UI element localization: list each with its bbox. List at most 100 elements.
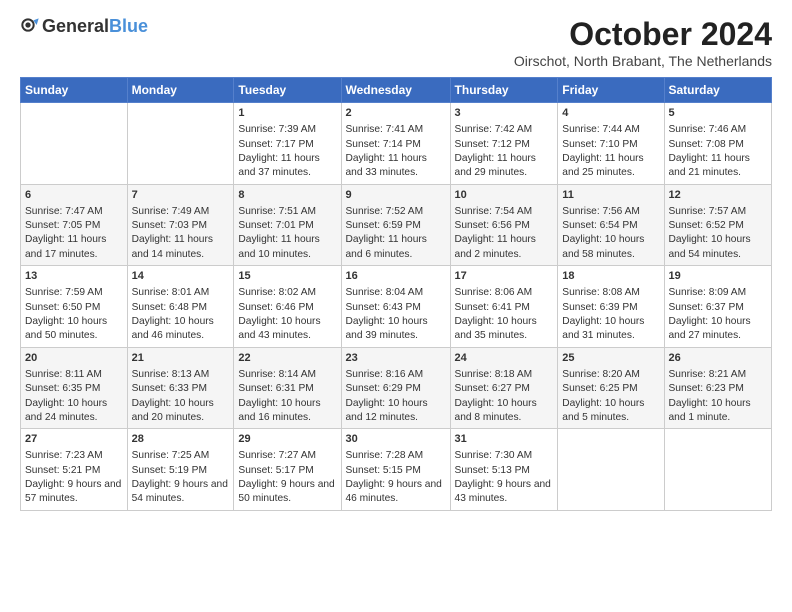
calendar-body: 1Sunrise: 7:39 AMSunset: 7:17 PMDaylight… <box>21 103 772 511</box>
calendar-cell: 29Sunrise: 7:27 AMSunset: 5:17 PMDayligh… <box>234 429 341 511</box>
col-tuesday: Tuesday <box>234 78 341 103</box>
cell-text: Sunset: 6:48 PM <box>132 301 230 315</box>
calendar-week-2: 6Sunrise: 7:47 AMSunset: 7:05 PMDaylight… <box>21 184 772 266</box>
cell-text: Sunrise: 8:01 AM <box>132 286 230 300</box>
day-number: 2 <box>346 106 446 121</box>
cell-text: Daylight: 10 hours and 16 minutes. <box>238 397 336 426</box>
cell-text: Daylight: 11 hours and 6 minutes. <box>346 233 446 262</box>
cell-text: Daylight: 10 hours and 39 minutes. <box>346 315 446 344</box>
cell-text: Sunset: 6:46 PM <box>238 301 336 315</box>
cell-text: Sunrise: 7:23 AM <box>25 449 123 463</box>
cell-text: Daylight: 10 hours and 12 minutes. <box>346 397 446 426</box>
cell-text: Sunset: 7:03 PM <box>132 219 230 233</box>
cell-text: Sunset: 7:10 PM <box>562 138 659 152</box>
logo-general-text: General <box>42 16 109 37</box>
day-number: 10 <box>455 188 554 203</box>
day-number: 21 <box>132 351 230 366</box>
cell-text: Sunset: 6:41 PM <box>455 301 554 315</box>
cell-text: Sunrise: 7:44 AM <box>562 123 659 137</box>
cell-text: Daylight: 10 hours and 50 minutes. <box>25 315 123 344</box>
cell-text: Sunrise: 7:57 AM <box>669 205 768 219</box>
day-number: 15 <box>238 269 336 284</box>
calendar-cell: 25Sunrise: 8:20 AMSunset: 6:25 PMDayligh… <box>558 347 664 429</box>
calendar-cell: 6Sunrise: 7:47 AMSunset: 7:05 PMDaylight… <box>21 184 128 266</box>
calendar-cell: 16Sunrise: 8:04 AMSunset: 6:43 PMDayligh… <box>341 266 450 348</box>
cell-text: Sunrise: 8:18 AM <box>455 368 554 382</box>
day-number: 26 <box>669 351 768 366</box>
cell-text: Sunset: 6:35 PM <box>25 382 123 396</box>
calendar-cell: 28Sunrise: 7:25 AMSunset: 5:19 PMDayligh… <box>127 429 234 511</box>
cell-text: Daylight: 9 hours and 43 minutes. <box>455 478 554 507</box>
day-number: 24 <box>455 351 554 366</box>
cell-text: Daylight: 11 hours and 29 minutes. <box>455 152 554 181</box>
cell-text: Sunset: 6:50 PM <box>25 301 123 315</box>
cell-text: Sunset: 6:23 PM <box>669 382 768 396</box>
cell-text: Sunrise: 7:28 AM <box>346 449 446 463</box>
cell-text: Daylight: 9 hours and 46 minutes. <box>346 478 446 507</box>
day-number: 16 <box>346 269 446 284</box>
calendar-cell <box>127 103 234 185</box>
calendar-cell: 11Sunrise: 7:56 AMSunset: 6:54 PMDayligh… <box>558 184 664 266</box>
cell-text: Sunrise: 7:25 AM <box>132 449 230 463</box>
cell-text: Sunset: 5:13 PM <box>455 464 554 478</box>
day-number: 6 <box>25 188 123 203</box>
calendar-cell: 20Sunrise: 8:11 AMSunset: 6:35 PMDayligh… <box>21 347 128 429</box>
cell-text: Daylight: 10 hours and 8 minutes. <box>455 397 554 426</box>
cell-text: Sunrise: 7:51 AM <box>238 205 336 219</box>
day-number: 5 <box>669 106 768 121</box>
cell-text: Daylight: 10 hours and 31 minutes. <box>562 315 659 344</box>
calendar-cell: 3Sunrise: 7:42 AMSunset: 7:12 PMDaylight… <box>450 103 558 185</box>
title-block: October 2024 Oirschot, North Brabant, Th… <box>514 16 772 69</box>
page: General Blue October 2024 Oirschot, Nort… <box>0 0 792 521</box>
logo-icon <box>20 17 40 37</box>
calendar-cell: 8Sunrise: 7:51 AMSunset: 7:01 PMDaylight… <box>234 184 341 266</box>
cell-text: Daylight: 10 hours and 54 minutes. <box>669 233 768 262</box>
cell-text: Sunset: 7:01 PM <box>238 219 336 233</box>
logo: General Blue <box>20 16 148 37</box>
logo-blue-text: Blue <box>109 16 148 37</box>
day-number: 9 <box>346 188 446 203</box>
cell-text: Daylight: 10 hours and 46 minutes. <box>132 315 230 344</box>
cell-text: Sunrise: 8:20 AM <box>562 368 659 382</box>
cell-text: Sunrise: 8:13 AM <box>132 368 230 382</box>
cell-text: Daylight: 11 hours and 14 minutes. <box>132 233 230 262</box>
cell-text: Sunset: 5:21 PM <box>25 464 123 478</box>
calendar-cell <box>558 429 664 511</box>
calendar-cell <box>21 103 128 185</box>
day-number: 12 <box>669 188 768 203</box>
col-saturday: Saturday <box>664 78 772 103</box>
cell-text: Sunset: 7:08 PM <box>669 138 768 152</box>
cell-text: Daylight: 10 hours and 58 minutes. <box>562 233 659 262</box>
cell-text: Sunset: 6:31 PM <box>238 382 336 396</box>
col-thursday: Thursday <box>450 78 558 103</box>
cell-text: Sunset: 5:19 PM <box>132 464 230 478</box>
calendar-cell: 9Sunrise: 7:52 AMSunset: 6:59 PMDaylight… <box>341 184 450 266</box>
cell-text: Sunrise: 7:41 AM <box>346 123 446 137</box>
day-number: 8 <box>238 188 336 203</box>
calendar-cell: 19Sunrise: 8:09 AMSunset: 6:37 PMDayligh… <box>664 266 772 348</box>
cell-text: Sunset: 6:59 PM <box>346 219 446 233</box>
col-monday: Monday <box>127 78 234 103</box>
day-number: 30 <box>346 432 446 447</box>
cell-text: Sunrise: 8:06 AM <box>455 286 554 300</box>
cell-text: Sunset: 6:39 PM <box>562 301 659 315</box>
cell-text: Daylight: 11 hours and 2 minutes. <box>455 233 554 262</box>
cell-text: Sunrise: 7:56 AM <box>562 205 659 219</box>
calendar-cell: 7Sunrise: 7:49 AMSunset: 7:03 PMDaylight… <box>127 184 234 266</box>
day-number: 25 <box>562 351 659 366</box>
cell-text: Daylight: 10 hours and 1 minute. <box>669 397 768 426</box>
calendar-cell: 12Sunrise: 7:57 AMSunset: 6:52 PMDayligh… <box>664 184 772 266</box>
cell-text: Sunset: 7:17 PM <box>238 138 336 152</box>
calendar-cell: 22Sunrise: 8:14 AMSunset: 6:31 PMDayligh… <box>234 347 341 429</box>
calendar-cell: 14Sunrise: 8:01 AMSunset: 6:48 PMDayligh… <box>127 266 234 348</box>
day-number: 31 <box>455 432 554 447</box>
month-title: October 2024 <box>514 16 772 53</box>
cell-text: Daylight: 11 hours and 37 minutes. <box>238 152 336 181</box>
calendar-cell <box>664 429 772 511</box>
cell-text: Daylight: 10 hours and 35 minutes. <box>455 315 554 344</box>
calendar-cell: 30Sunrise: 7:28 AMSunset: 5:15 PMDayligh… <box>341 429 450 511</box>
day-number: 18 <box>562 269 659 284</box>
day-number: 20 <box>25 351 123 366</box>
day-number: 29 <box>238 432 336 447</box>
calendar-cell: 10Sunrise: 7:54 AMSunset: 6:56 PMDayligh… <box>450 184 558 266</box>
